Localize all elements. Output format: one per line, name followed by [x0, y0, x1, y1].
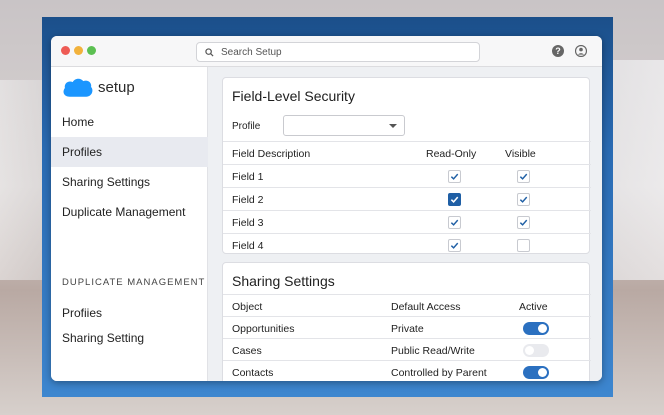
check-icon [450, 219, 459, 226]
titlebar: Search Setup ? [51, 36, 602, 67]
header-active: Active [519, 301, 548, 313]
check-icon [519, 196, 528, 203]
field-name: Field 1 [232, 171, 264, 183]
sidebar-item-sharing-setting[interactable]: Sharing Setting [51, 323, 208, 353]
default-access-value: Public Read/Write [391, 345, 475, 357]
header-read-only: Read-Only [426, 148, 477, 160]
check-icon [450, 196, 459, 203]
toggle-knob [538, 324, 547, 333]
sidebar-item-home[interactable]: Home [51, 107, 208, 137]
check-icon [450, 242, 459, 249]
read-only-checkbox[interactable] [448, 170, 461, 183]
profile-select[interactable] [283, 115, 405, 136]
sidebar-section-heading: DUPLICATE MANAGEMENT [62, 277, 206, 288]
help-icon[interactable]: ? [552, 45, 564, 57]
field-level-security-title: Field-Level Security [232, 88, 355, 104]
logo-text: setup [98, 78, 135, 96]
setup-logo: setup [61, 75, 135, 99]
object-name: Contacts [232, 367, 274, 379]
field-name: Field 3 [232, 217, 264, 229]
table-row: Opportunities Private [223, 316, 591, 339]
header-visible: Visible [505, 148, 536, 160]
sidebar-item-duplicate-management[interactable]: Duplicate Management [51, 197, 208, 227]
active-toggle[interactable] [523, 322, 549, 335]
read-only-checkbox[interactable] [448, 193, 461, 206]
table-row: Field 4 [223, 233, 591, 256]
read-only-checkbox[interactable] [448, 239, 461, 252]
main-content: Field-Level Security Profile Field Descr… [208, 67, 602, 381]
profile-label: Profile [232, 121, 261, 132]
toggle-knob [525, 346, 534, 355]
active-toggle[interactable] [523, 344, 549, 357]
sidebar-item-sharing-settings[interactable]: Sharing Settings [51, 167, 208, 197]
read-only-checkbox[interactable] [448, 216, 461, 229]
check-icon [450, 173, 459, 180]
user-icon[interactable] [575, 45, 587, 57]
field-level-security-card: Field-Level Security Profile Field Descr… [222, 77, 591, 256]
table-row: Field 2 [223, 187, 591, 210]
visible-checkbox[interactable] [517, 216, 530, 229]
fls-header-row: Field Description Read-Only Visible [223, 141, 591, 164]
header-field-description: Field Description [232, 148, 311, 160]
sidebar: setup Home Profiles Sharing Settings Dup… [51, 67, 208, 381]
field-name: Field 4 [232, 240, 264, 252]
field-name: Field 2 [232, 194, 264, 206]
table-row: Contacts Controlled by Parent [223, 360, 591, 381]
minimize-window-button[interactable] [74, 46, 83, 55]
check-icon [519, 173, 528, 180]
default-access-value: Private [391, 323, 424, 335]
search-placeholder: Search Setup [221, 46, 282, 58]
search-input[interactable]: Search Setup [196, 42, 480, 62]
table-row: Cases Public Read/Write [223, 338, 591, 361]
visible-checkbox[interactable] [517, 193, 530, 206]
toggle-knob [538, 368, 547, 377]
sharing-settings-title: Sharing Settings [232, 273, 335, 289]
header-default-access: Default Access [391, 301, 461, 313]
sharing-header-row: Object Default Access Active [223, 294, 591, 317]
active-toggle[interactable] [523, 366, 549, 379]
table-row: Field 1 [223, 164, 591, 187]
object-name: Opportunities [232, 323, 295, 335]
sidebar-item-profiles[interactable]: Profiles [51, 137, 208, 167]
header-object: Object [232, 301, 263, 313]
object-name: Cases [232, 345, 262, 357]
close-window-button[interactable] [61, 46, 70, 55]
check-icon [519, 219, 528, 226]
browser-window: Search Setup ? setup Home Profiles Shari… [51, 36, 602, 381]
table-row: Field 3 [223, 210, 591, 233]
visible-checkbox[interactable] [517, 170, 530, 183]
default-access-value: Controlled by Parent [391, 367, 487, 379]
search-icon [205, 47, 214, 57]
chevron-down-icon [389, 124, 397, 128]
maximize-window-button[interactable] [87, 46, 96, 55]
visible-checkbox[interactable] [517, 239, 530, 252]
sharing-settings-card: Sharing Settings Object Default Access A… [222, 262, 591, 381]
cloud-icon [63, 78, 93, 97]
